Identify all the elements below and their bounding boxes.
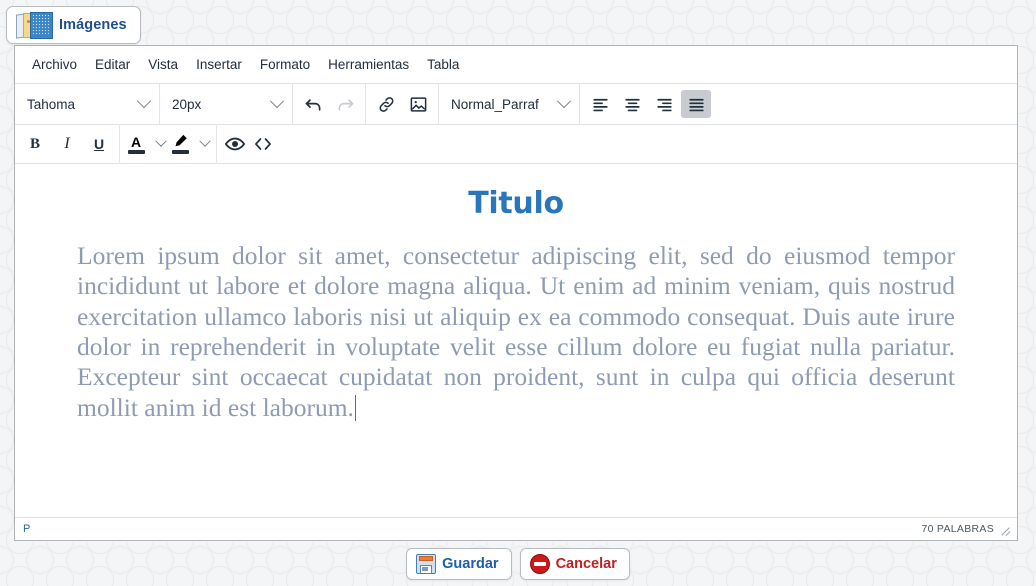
tab-bar: Imágenes	[6, 6, 141, 44]
bold-icon: B	[29, 135, 40, 152]
paragraph-style-select[interactable]: Normal_Parraf	[443, 90, 575, 118]
menu-item-archivo[interactable]: Archivo	[23, 53, 86, 76]
chevron-down-icon	[199, 135, 211, 147]
italic-button[interactable]: I	[52, 130, 82, 158]
document-body-text: Lorem ipsum dolor sit amet, consectetur …	[77, 241, 955, 422]
footer-actions: Guardar Cancelar	[0, 548, 1036, 580]
font-family-group: Tahoma	[15, 84, 160, 124]
paragraph-style-group: Normal_Parraf	[439, 84, 580, 124]
menu-item-editar[interactable]: Editar	[86, 53, 139, 76]
highlight-color-button[interactable]	[168, 130, 192, 158]
align-center-icon	[624, 98, 640, 111]
color-group: A	[120, 125, 217, 163]
insert-group	[366, 84, 439, 124]
align-right-icon	[656, 98, 672, 111]
text-color-icon: A	[130, 133, 142, 150]
font-family-select[interactable]: Tahoma	[19, 90, 155, 118]
undo-icon	[305, 98, 320, 111]
status-bar: P 70 PALABRAS	[15, 517, 1017, 540]
save-button-label: Guardar	[442, 556, 499, 572]
chevron-down-icon	[136, 94, 152, 109]
menu-item-insertar[interactable]: Insertar	[187, 53, 251, 76]
redo-icon	[338, 98, 353, 111]
underline-icon: U	[93, 136, 105, 152]
undo-button[interactable]	[298, 90, 328, 118]
stop-circle-icon	[529, 554, 550, 574]
cancel-button[interactable]: Cancelar	[519, 548, 630, 580]
preview-button[interactable]	[222, 130, 248, 158]
toolbar-row-1: Tahoma 20px Normal_Parraf	[15, 84, 1017, 125]
view-group	[217, 125, 281, 163]
source-code-button[interactable]	[250, 130, 276, 158]
align-justify-button[interactable]	[681, 90, 711, 118]
word-count: 70 PALABRAS	[921, 523, 994, 535]
resize-grip-icon[interactable]	[1000, 524, 1011, 535]
paragraph-style-value: Normal_Parraf	[451, 96, 539, 112]
document-title: Titulo	[468, 186, 564, 221]
text-cursor	[354, 394, 356, 421]
align-justify-icon	[688, 98, 704, 111]
align-right-button[interactable]	[649, 90, 679, 118]
menu-item-vista[interactable]: Vista	[139, 53, 187, 76]
font-size-value: 20px	[172, 96, 202, 112]
element-path[interactable]: P	[23, 523, 31, 535]
chevron-down-icon	[556, 94, 572, 109]
text-color-dropdown[interactable]	[149, 130, 167, 158]
rich-text-editor: Archivo Editar Vista Insertar Formato He…	[14, 45, 1018, 541]
text-style-group: B I U	[15, 125, 120, 163]
save-button[interactable]: Guardar	[406, 548, 512, 580]
tab-imagenes[interactable]: Imágenes	[6, 6, 141, 44]
eye-icon	[224, 137, 246, 151]
underline-button[interactable]: U	[84, 130, 114, 158]
font-family-value: Tahoma	[27, 96, 76, 112]
align-center-button[interactable]	[617, 90, 647, 118]
align-left-button[interactable]	[585, 90, 615, 118]
menu-bar: Archivo Editar Vista Insertar Formato He…	[15, 46, 1017, 84]
history-group	[293, 84, 366, 124]
highlight-color-icon	[175, 134, 187, 147]
menu-item-tabla[interactable]: Tabla	[418, 53, 468, 76]
images-stack-icon	[16, 12, 53, 39]
text-color-button[interactable]: A	[124, 130, 148, 158]
floppy-disk-icon	[416, 554, 437, 574]
insert-image-button[interactable]	[403, 90, 433, 118]
chevron-down-icon	[269, 94, 285, 109]
status-bar-right: 70 PALABRAS	[921, 523, 1011, 535]
italic-icon: I	[64, 135, 70, 152]
chevron-down-icon	[155, 135, 167, 147]
menu-item-formato[interactable]: Formato	[251, 53, 319, 76]
menu-item-herramientas[interactable]: Herramientas	[319, 53, 418, 76]
link-icon	[379, 96, 393, 112]
bold-button[interactable]: B	[20, 130, 50, 158]
highlight-color-dropdown[interactable]	[193, 130, 211, 158]
document-content-area[interactable]: Titulo Lorem ipsum dolor sit amet, conse…	[15, 164, 1017, 517]
document-body-paragraph[interactable]: Lorem ipsum dolor sit amet, consectetur …	[77, 241, 955, 423]
text-color-swatch	[127, 149, 145, 154]
redo-button[interactable]	[330, 90, 360, 118]
highlight-color-swatch	[171, 150, 189, 154]
code-icon	[255, 138, 271, 150]
align-left-icon	[592, 98, 608, 111]
alignment-group	[580, 84, 716, 124]
font-size-select[interactable]: 20px	[164, 90, 288, 118]
cancel-button-label: Cancelar	[555, 556, 617, 572]
font-size-group: 20px	[160, 84, 293, 124]
insert-link-button[interactable]	[371, 90, 401, 118]
tab-label: Imágenes	[59, 17, 127, 33]
toolbar-row-2: B I U A	[15, 125, 1017, 164]
image-icon	[410, 96, 426, 112]
